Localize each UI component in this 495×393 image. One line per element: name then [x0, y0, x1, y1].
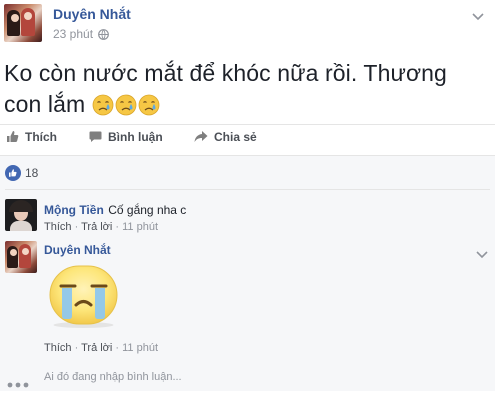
comment-reply-link[interactable]: Trả lời [81, 342, 112, 354]
post-time[interactable]: 23 phút [53, 27, 93, 41]
comment-actions: Thích · Trả lời · 11 phút [44, 342, 159, 354]
comment-label: Bình luận [108, 130, 163, 144]
post-body: Ko còn nước mắt để khóc nữa rồi. Thương … [4, 58, 474, 120]
comment-options-chevron-icon[interactable] [476, 246, 488, 264]
like-label: Thích [25, 130, 57, 144]
sad-tear-emoji-icon [138, 93, 160, 116]
typing-dots-icon [7, 375, 29, 393]
comment-actions: Thích · Trả lời · 11 phút [44, 221, 159, 233]
reaction-summary[interactable]: 18 [5, 165, 38, 184]
comment-bubble-icon [89, 130, 102, 146]
like-button[interactable]: Thích [6, 130, 57, 146]
divider [0, 124, 495, 125]
comment-item: Mộng Tiền Cố gắng nha c [44, 201, 186, 219]
comment-time[interactable]: 11 phút [122, 221, 158, 233]
divider [5, 189, 490, 190]
reaction-count: 18 [25, 166, 39, 180]
share-label: Chia sẻ [214, 130, 257, 144]
author-name[interactable]: Duyên Nhắt [53, 6, 131, 22]
commenter-avatar[interactable] [5, 241, 37, 273]
comment-like-link[interactable]: Thích [44, 221, 72, 233]
post-options-chevron-icon[interactable] [472, 8, 484, 26]
crying-face-sticker [45, 264, 122, 334]
sad-tear-emoji-icon [115, 93, 137, 116]
thumbs-up-icon [6, 130, 19, 146]
divider [0, 155, 495, 156]
typing-indicator-text: Ai đó đang nhập bình luận... [44, 371, 182, 383]
share-arrow-icon [194, 130, 208, 146]
sad-tear-emoji-icon [92, 93, 114, 116]
like-reaction-icon [5, 165, 21, 184]
audience-globe-icon[interactable] [98, 29, 110, 43]
comment-text: Cố gắng nha c [108, 203, 187, 217]
comment-time[interactable]: 11 phút [122, 342, 158, 354]
comment-reply-link[interactable]: Trả lời [81, 221, 112, 233]
comment-author[interactable]: Duyên Nhắt [44, 243, 111, 257]
post-card: Duyên Nhắt 23 phút Ko còn nước mắt để kh… [0, 0, 495, 391]
post-timestamp[interactable]: 23 phút [53, 27, 110, 43]
comment-button[interactable]: Bình luận [89, 130, 163, 146]
author-avatar[interactable] [4, 4, 42, 42]
share-button[interactable]: Chia sẻ [194, 130, 257, 146]
post-text: Ko còn nước mắt để khóc nữa rồi. Thương … [4, 60, 447, 117]
comment-like-link[interactable]: Thích [44, 342, 72, 354]
comment-author[interactable]: Mộng Tiền [44, 203, 104, 217]
commenter-avatar[interactable] [5, 199, 37, 231]
